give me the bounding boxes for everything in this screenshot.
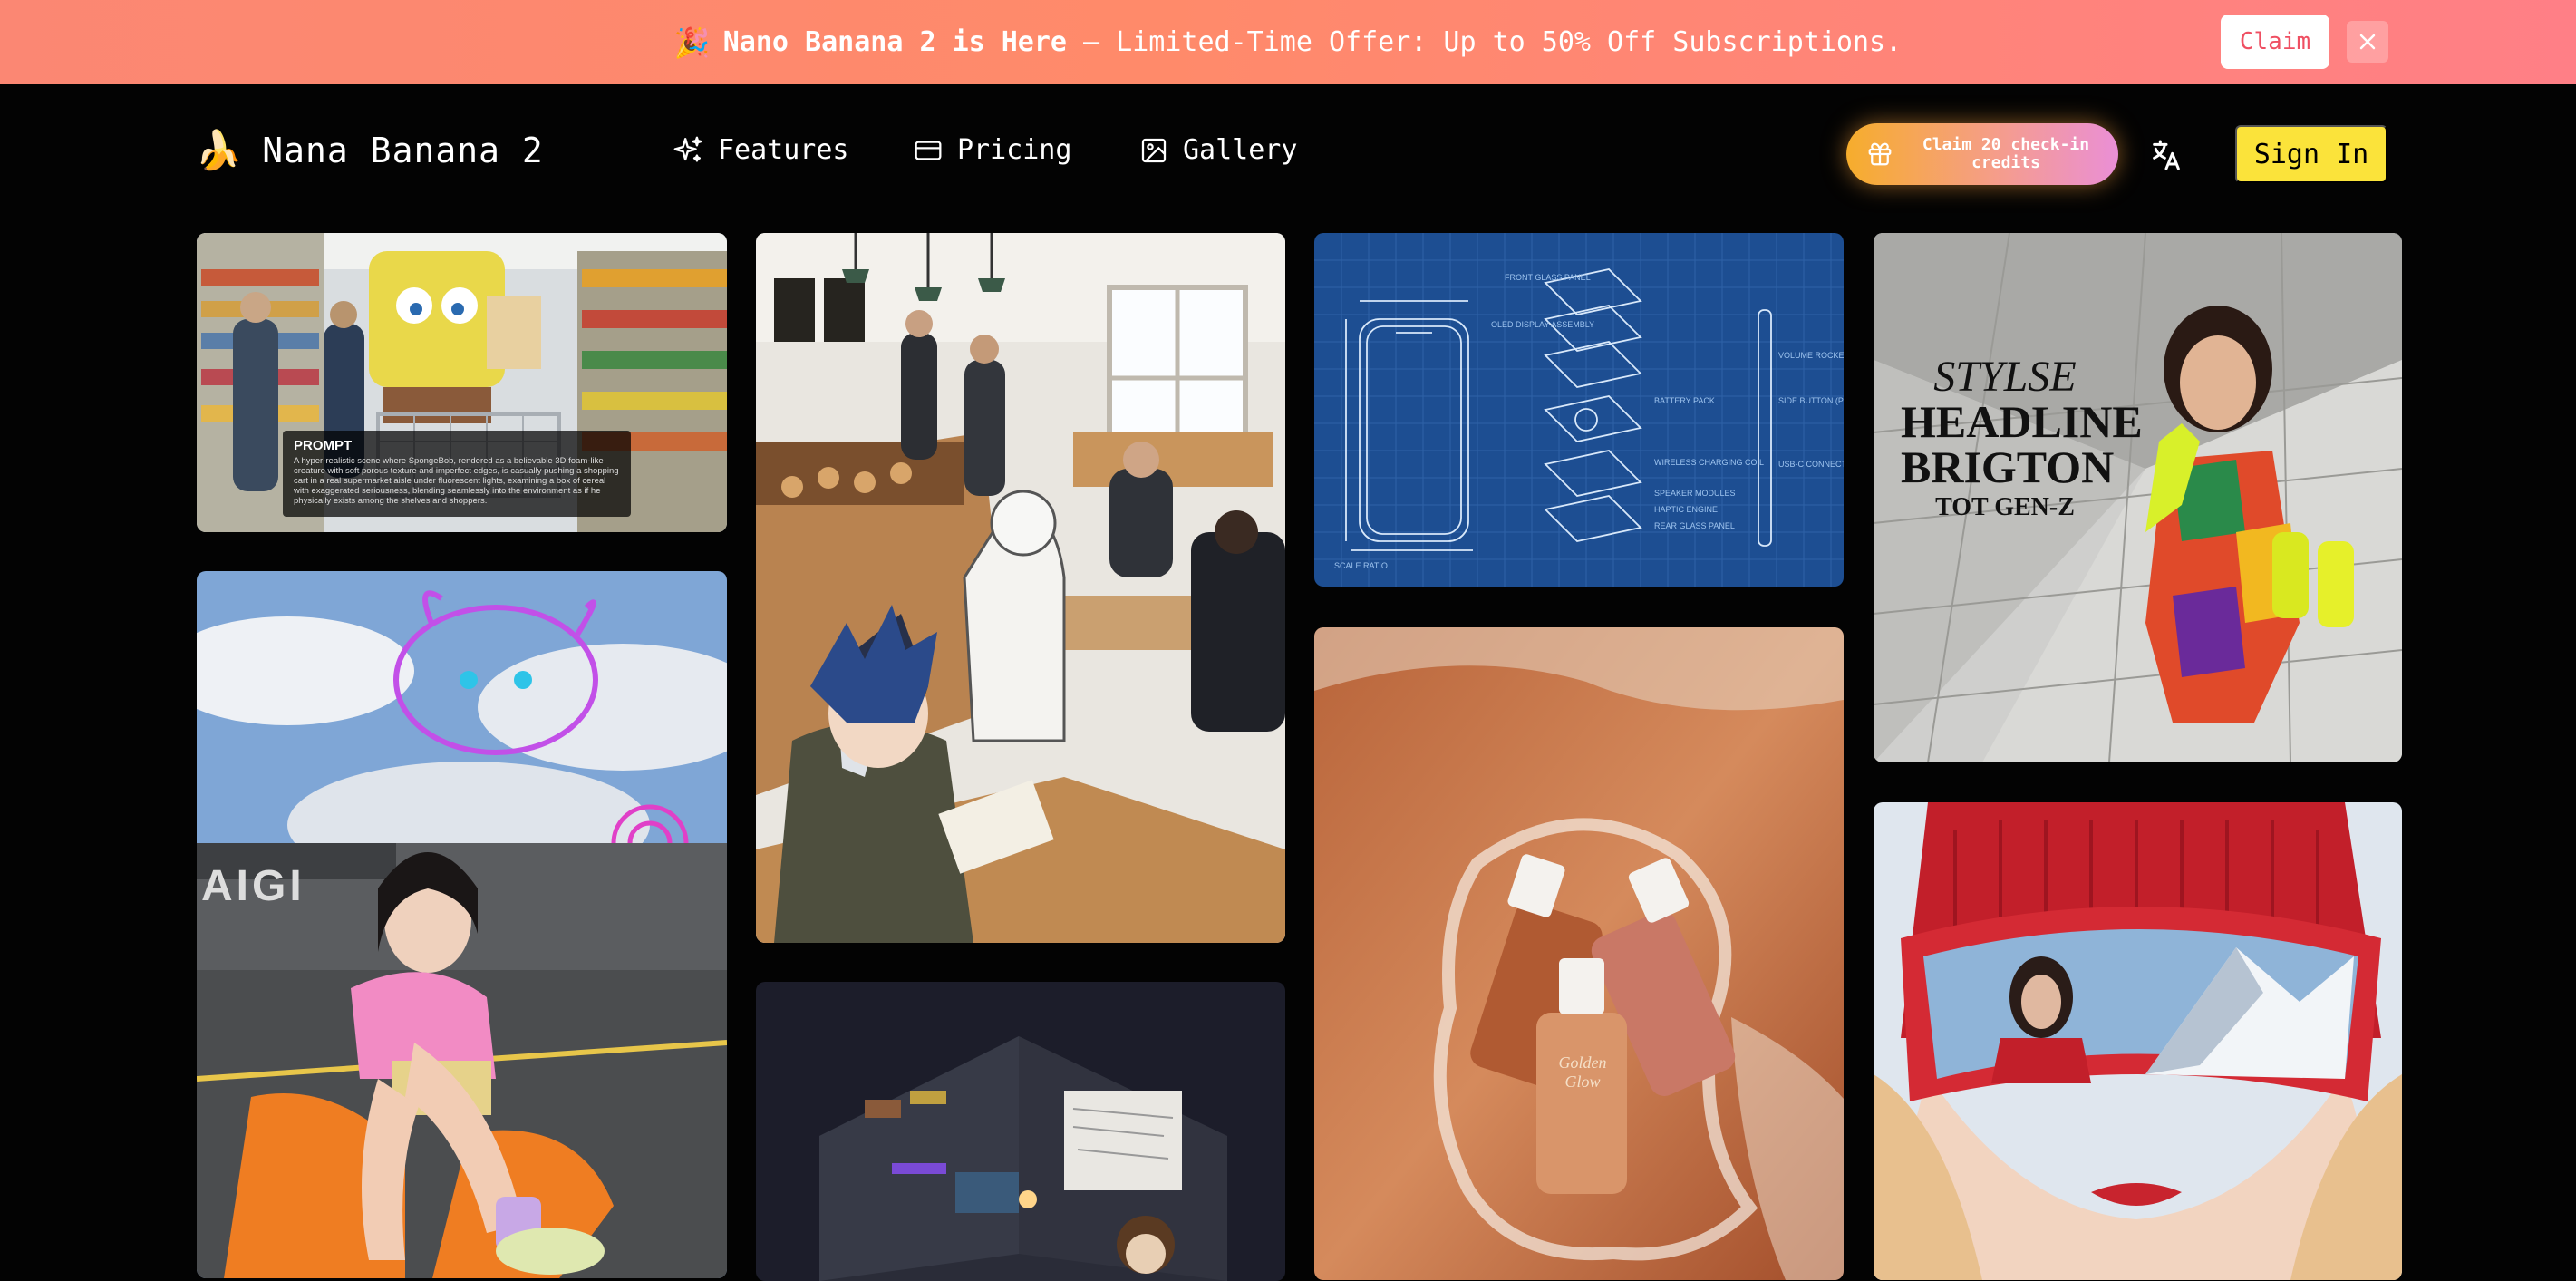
prompt-body: A hyper-realistic scene where SpongeBob,…: [294, 456, 619, 506]
nav-gallery[interactable]: Gallery: [1139, 134, 1297, 166]
sign-in-button[interactable]: Sign In: [2235, 125, 2387, 183]
nav-gallery-label: Gallery: [1183, 134, 1298, 166]
prompt-overlay: PROMPT A hyper-realistic scene where Spo…: [283, 431, 631, 517]
headline-line-1: STYLSE: [1933, 353, 2077, 401]
gallery-image-street-girl[interactable]: AIGI: [197, 571, 727, 1278]
close-icon: [2359, 34, 2376, 50]
promo-text: 🎉 Nano Banana 2 is Here — Limited-Time O…: [674, 25, 1902, 60]
headline-line-4: TOT GEN-Z: [1935, 493, 2075, 521]
nav-features[interactable]: Features: [673, 134, 849, 166]
blueprint-label-9: USB-C CONNECTOR PORT: [1778, 460, 1844, 469]
blueprint-label-6: REAR GLASS PANEL: [1654, 521, 1735, 530]
headline-line-3: BRIGTON: [1901, 442, 2115, 492]
headline-line-2: HEADLINE: [1901, 396, 2143, 447]
banana-icon: 🍌: [195, 128, 243, 172]
gallery-image-spongebob-supermarket[interactable]: PROMPT A hyper-realistic scene where Spo…: [197, 233, 727, 532]
promo-rest: — Limited-Time Offer: Up to 50% Off Subs…: [1067, 26, 1903, 58]
claim-credits-label: Claim 20 check-in credits: [1922, 135, 2090, 172]
logo[interactable]: 🍌 Nana Banana 2: [195, 128, 544, 173]
gallery-image-phone-blueprint[interactable]: FRONT GLASS PANEL OLED DISPLAY ASSEMBLY …: [1314, 233, 1844, 587]
credit-card-icon: [915, 141, 942, 160]
translate-icon: [2153, 140, 2180, 170]
party-popper-icon: 🎉: [673, 24, 711, 60]
sparkles-icon: [673, 136, 702, 162]
blueprint-label-1: OLED DISPLAY ASSEMBLY: [1491, 320, 1595, 329]
fashion-headline: STYLSE HEADLINE BRIGTON TOT GEN-Z: [1901, 353, 2143, 521]
nav-pricing-label: Pricing: [957, 134, 1072, 166]
store-sign: AIGI: [201, 862, 305, 910]
logo-text: Nana Banana 2: [262, 131, 544, 170]
gallery-image-fashion-headline[interactable]: STYLSE HEADLINE BRIGTON TOT GEN-Z: [1874, 233, 2402, 762]
blueprint-label-8: SIDE BUTTON (POWER): [1778, 396, 1844, 405]
image-icon: [1141, 138, 1167, 162]
blueprint-label-4: SPEAKER MODULES: [1654, 489, 1736, 498]
language-button[interactable]: [2148, 137, 2184, 173]
blueprint-label-2: BATTERY PACK: [1654, 396, 1715, 405]
blueprint-label-0: FRONT GLASS PANEL: [1505, 273, 1591, 282]
claim-button[interactable]: Claim: [2221, 15, 2329, 69]
site-header: 🍌 Nana Banana 2 Features Pricing Gallery…: [0, 84, 2576, 225]
claim-credits-button[interactable]: Claim 20 check-in credits: [1846, 123, 2118, 185]
close-banner-button[interactable]: [2347, 21, 2388, 63]
promo-banner: 🎉 Nano Banana 2 is Here — Limited-Time O…: [0, 0, 2576, 84]
gallery-image-anime-cafe[interactable]: [756, 233, 1285, 943]
gallery-image-isometric-room[interactable]: [756, 982, 1285, 1281]
blueprint-label-5: HAPTIC ENGINE: [1654, 505, 1719, 514]
gift-icon: [1868, 142, 1892, 166]
bottle-label: Golden Glow: [1558, 1053, 1607, 1091]
prompt-title: PROMPT: [294, 438, 353, 453]
gallery-image-ski-goggles[interactable]: [1874, 802, 2402, 1280]
blueprint-label-3: WIRELESS CHARGING COIL: [1654, 458, 1765, 467]
blueprint-label-7: VOLUME ROCKER: [1778, 351, 1844, 360]
nav-pricing[interactable]: Pricing: [914, 134, 1071, 166]
blueprint-label-10: SCALE RATIO: [1334, 561, 1388, 570]
nav-features-label: Features: [718, 134, 849, 166]
gallery-image-serum-bottles[interactable]: Golden Glow: [1314, 627, 1844, 1280]
promo-highlight: Nano Banana 2 is Here: [722, 26, 1067, 58]
